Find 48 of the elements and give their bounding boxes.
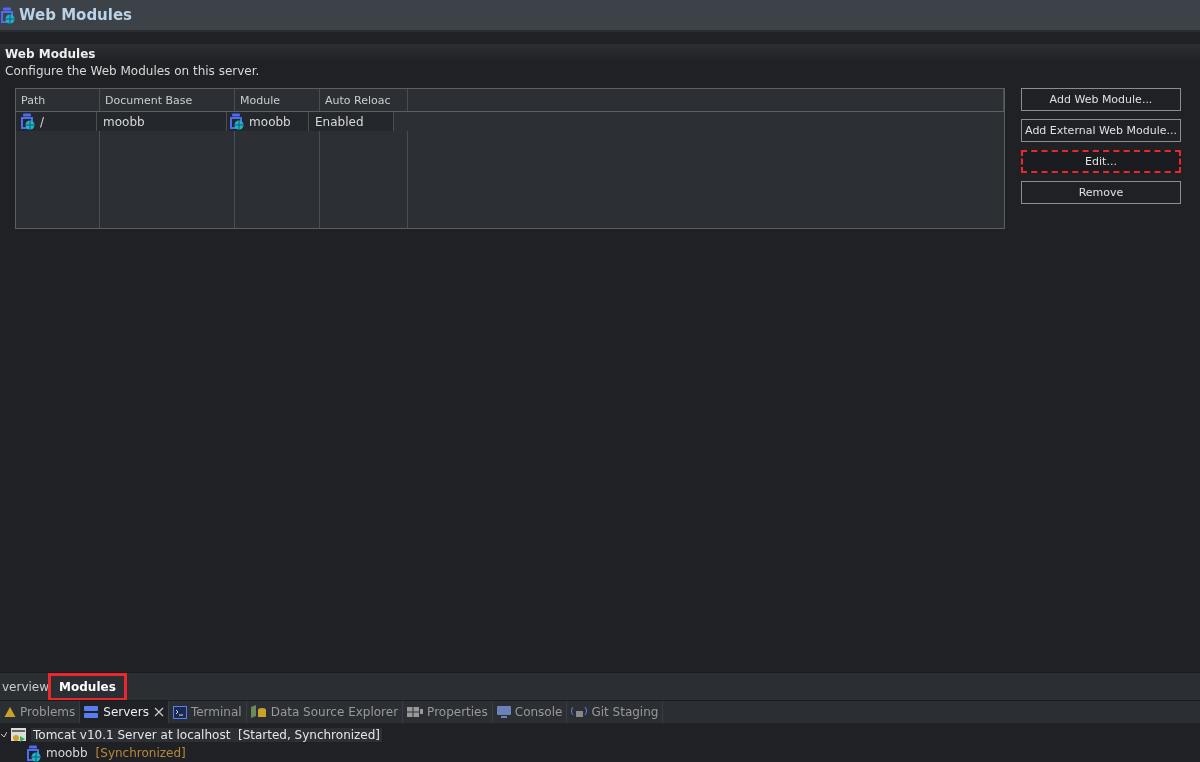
action-button[interactable]: Add Web Module... [1021, 88, 1181, 111]
database-icon [250, 705, 267, 719]
action-button[interactable]: Add External Web Module... [1021, 119, 1181, 142]
table-cell: Enabled [315, 114, 364, 129]
editor-tab[interactable]: verview [0, 675, 52, 698]
editor-title: Web Modules [19, 6, 133, 24]
server-icon [11, 727, 27, 743]
section-description: Configure the Web Modules on this server. [5, 63, 261, 80]
tab-label: Terminal [190, 705, 242, 719]
section-title: Web Modules [5, 46, 97, 62]
server-jar-icon [0, 6, 16, 24]
table-cell: moobb [103, 114, 145, 129]
server-icon [84, 705, 99, 719]
view-tab[interactable]: Git Staging [567, 701, 664, 723]
status-text: [Synchronized] [95, 746, 186, 760]
module-icon [229, 113, 246, 130]
tab-label: Properties [427, 705, 488, 719]
git-icon [571, 705, 588, 719]
column-header[interactable]: Path [16, 89, 100, 111]
view-tab[interactable]: Data Source Explorer [246, 701, 404, 723]
column-header[interactable]: Document Base [100, 89, 235, 111]
expand-toggle-icon[interactable] [1, 731, 7, 739]
tab-label: Data Source Explorer [270, 705, 399, 719]
tab-label: Console [514, 705, 563, 719]
close-icon[interactable] [153, 707, 164, 717]
tree-item[interactable]: moobb [46, 746, 88, 760]
column-header[interactable]: Auto Reloac [320, 89, 408, 111]
view-tab[interactable]: Properties [403, 701, 493, 723]
tab-label: Problems [20, 705, 76, 719]
view-tab[interactable]: Terminal [168, 701, 247, 723]
terminal-icon [172, 705, 187, 719]
tab-label: Servers [103, 705, 149, 719]
editor-tab[interactable]: Modules [51, 675, 124, 698]
path-text: / [40, 114, 45, 129]
tab-label: Git Staging [591, 705, 659, 719]
table-row[interactable]: / moobb moobb Enabled [16, 112, 394, 131]
view-tab[interactable]: Console [492, 701, 568, 723]
warning-icon [4, 706, 16, 718]
action-button[interactable]: Edit... [1021, 150, 1181, 173]
action-button[interactable]: Remove [1021, 181, 1181, 204]
module-text: moobb [249, 114, 291, 129]
module-icon [20, 113, 36, 130]
tree-item[interactable]: Tomcat v10.1 Server at localhost [Started, Synchronized] [31, 728, 383, 742]
module-icon [26, 744, 42, 762]
column-header[interactable]: Module [235, 89, 320, 111]
monitor-icon [496, 705, 511, 719]
view-tab[interactable]: Servers [80, 701, 169, 723]
properties-icon [407, 706, 424, 718]
